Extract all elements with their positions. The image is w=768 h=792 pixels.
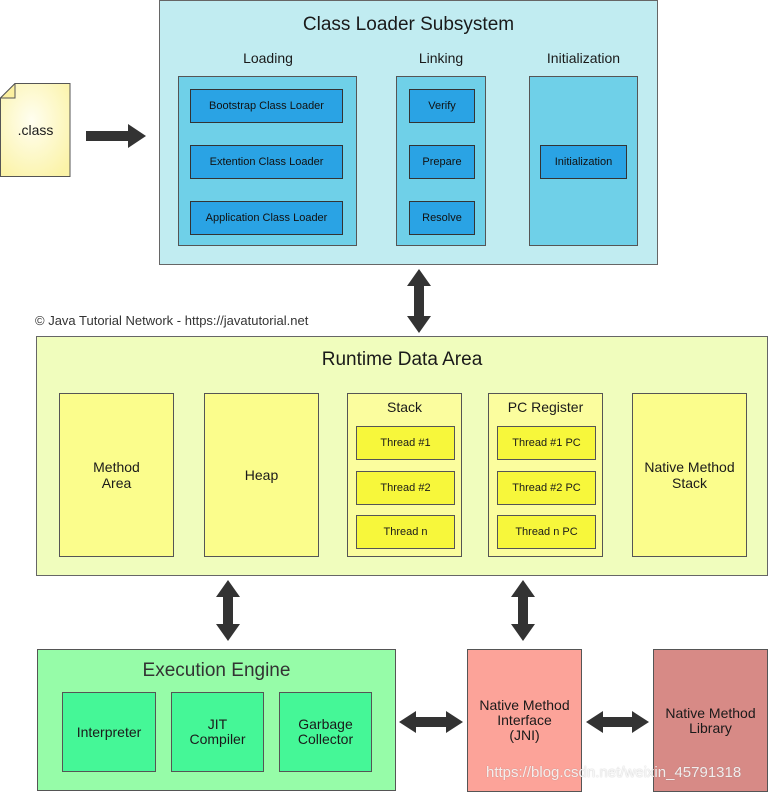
runtime-data-area-title: Runtime Data Area: [321, 349, 483, 370]
stack-title: Stack: [386, 399, 422, 415]
jni-label: Native Method Interface (JNI): [479, 697, 570, 743]
interpreter-label: Interpreter: [76, 723, 142, 740]
pc-register-group: PC Register Thread #1 PC Thread #2 PC Th…: [488, 393, 603, 557]
pc-thread-2: Thread #2 PC: [497, 471, 596, 505]
pc-register-title: PC Register: [507, 399, 584, 415]
double-arrow-runtime-exec: [216, 580, 240, 641]
native-method-stack-label: Native Method Stack: [644, 459, 735, 491]
watermark: https://blog.csdn.net/weixin_45791318: [486, 764, 742, 781]
loading-group: Bootstrap Class Loader Extention Class L…: [178, 76, 357, 246]
initialization-title: Initialization: [546, 50, 621, 66]
jit-compiler: JIT Compiler: [171, 692, 264, 772]
linking-title: Linking: [418, 50, 464, 66]
resolve-step: Resolve: [409, 201, 475, 235]
stack-thread-n: Thread n: [356, 515, 455, 549]
stack-group: Stack Thread #1 Thread #2 Thread n: [347, 393, 462, 557]
arrow-class-to-loader: [86, 124, 146, 148]
application-class-loader: Application Class Loader: [190, 201, 343, 235]
initialization-group: Initialization: [529, 76, 638, 246]
double-arrow-loader-runtime: [407, 269, 431, 333]
loading-title: Loading: [243, 50, 293, 66]
method-area-label: Method Area: [93, 459, 140, 491]
double-arrow-exec-jni: [399, 711, 463, 733]
bootstrap-class-loader: Bootstrap Class Loader: [190, 89, 343, 123]
class-loader-title: Class Loader Subsystem: [302, 14, 515, 35]
initialization-step: Initialization: [540, 145, 627, 179]
jit-compiler-label: JIT Compiler: [189, 716, 246, 747]
heap-label: Heap: [244, 467, 279, 483]
runtime-data-area: Runtime Data Area Method Area Heap Stack…: [36, 336, 768, 576]
pc-thread-1: Thread #1 PC: [497, 426, 596, 460]
garbage-collector-label: Garbage Collector: [297, 716, 354, 747]
stack-thread-2: Thread #2: [356, 471, 455, 505]
class-file: .class: [0, 83, 71, 177]
copyright-credit: © Java Tutorial Network - https://javatu…: [35, 313, 309, 328]
native-library-label: Native Method Library: [665, 704, 756, 736]
garbage-collector: Garbage Collector: [279, 692, 372, 772]
method-area: Method Area: [59, 393, 174, 557]
execution-engine: Execution Engine Interpreter JIT Compile…: [37, 649, 396, 791]
class-loader-subsystem: Class Loader Subsystem Loading Bootstrap…: [159, 0, 658, 265]
class-file-label: .class: [17, 122, 54, 138]
prepare-step: Prepare: [409, 145, 475, 179]
native-method-stack: Native Method Stack: [632, 393, 747, 557]
verify-step: Verify: [409, 89, 475, 123]
heap: Heap: [204, 393, 319, 557]
pc-thread-n: Thread n PC: [497, 515, 596, 549]
double-arrow-jni-library: [586, 711, 649, 733]
interpreter: Interpreter: [62, 692, 156, 772]
stack-thread-1: Thread #1: [356, 426, 455, 460]
double-arrow-runtime-jni: [511, 580, 535, 641]
execution-engine-title: Execution Engine: [142, 660, 291, 681]
extension-class-loader: Extention Class Loader: [190, 145, 343, 179]
linking-group: Verify Prepare Resolve: [396, 76, 486, 246]
